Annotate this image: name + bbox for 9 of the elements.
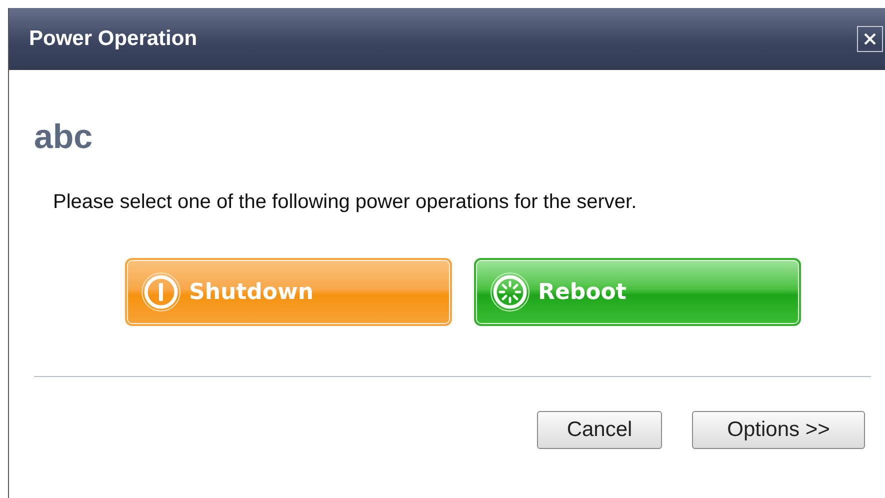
power-icon xyxy=(141,272,181,312)
reboot-icon xyxy=(490,272,530,312)
close-button[interactable] xyxy=(857,26,883,52)
server-name-heading: abc xyxy=(34,118,94,157)
cancel-button[interactable]: Cancel xyxy=(537,411,662,449)
close-icon xyxy=(862,31,878,47)
window-title: Power Operation xyxy=(29,27,198,51)
options-button[interactable]: Options >> xyxy=(692,411,865,449)
instruction-text: Please select one of the following power operations for the server. xyxy=(52,191,638,214)
